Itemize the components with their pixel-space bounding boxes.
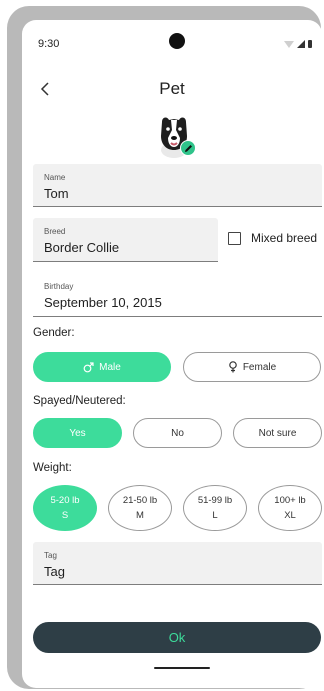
wifi-icon (284, 40, 294, 48)
tag-field[interactable]: Tag Tag (33, 542, 322, 585)
mixed-breed-label: Mixed breed (251, 231, 318, 245)
name-field[interactable]: Name Tom (33, 164, 322, 207)
spayed-not-sure-label: Not sure (258, 427, 297, 439)
gender-male-label: Male (99, 361, 121, 373)
battery-icon (308, 40, 312, 48)
weight-s-size: S (61, 510, 69, 521)
weight-l-option[interactable]: 51-99 lb L (183, 485, 247, 531)
front-camera (169, 33, 185, 49)
male-symbol-icon (83, 361, 94, 372)
gesture-nav-bar[interactable] (154, 667, 210, 669)
spayed-no-label: No (171, 427, 184, 439)
weight-s-range: 5-20 lb (50, 495, 80, 506)
status-time: 9:30 (38, 38, 60, 50)
breed-field[interactable]: Breed Border Collie (33, 218, 218, 262)
weight-m-size: M (136, 510, 144, 521)
tag-field-label: Tag (44, 551, 57, 560)
spayed-not-sure-option[interactable]: Not sure (233, 418, 322, 448)
weight-label: Weight: (33, 462, 72, 474)
gender-female-option[interactable]: Female (183, 352, 321, 382)
female-symbol-icon (229, 361, 237, 373)
spayed-yes-option[interactable]: Yes (33, 418, 122, 448)
spayed-yes-label: Yes (69, 427, 86, 439)
name-field-label: Name (44, 173, 66, 182)
breed-field-label: Breed (44, 227, 66, 236)
pet-avatar[interactable] (156, 114, 196, 158)
breed-field-value: Border Collie (44, 240, 120, 255)
weight-l-size: L (212, 510, 218, 521)
weight-m-option[interactable]: 21-50 lb M (108, 485, 172, 531)
edit-badge[interactable] (180, 140, 196, 156)
weight-xl-option[interactable]: 100+ lb XL (258, 485, 322, 531)
gender-label: Gender: (33, 327, 75, 339)
status-icons (284, 40, 312, 48)
page-title: Pet (159, 79, 185, 98)
birthday-field-value: September 10, 2015 (44, 295, 162, 310)
gender-female-label: Female (242, 361, 277, 373)
spayed-label: Spayed/Neutered: (33, 395, 126, 407)
tag-field-value: Tag (44, 564, 65, 579)
birthday-field-label: Birthday (44, 282, 74, 291)
name-field-value: Tom (44, 186, 69, 201)
ok-button[interactable]: Ok (33, 622, 321, 653)
pencil-edit-icon (184, 144, 192, 152)
weight-xl-size: XL (284, 510, 296, 521)
weight-l-range: 51-99 lb (197, 495, 233, 506)
app-screen: 9:30 Pet Name Tom Breed Border Collie Mi… (22, 20, 322, 688)
weight-m-range: 21-50 lb (122, 495, 158, 506)
device-frame: 9:30 Pet Name Tom Breed Border Collie Mi… (7, 6, 322, 689)
birthday-field[interactable]: Birthday September 10, 2015 (33, 273, 322, 317)
gender-male-option[interactable]: Male (33, 352, 171, 382)
mixed-breed-toggle[interactable]: Mixed breed (228, 231, 317, 245)
mixed-breed-checkbox[interactable] (228, 231, 241, 245)
signal-icon (297, 40, 305, 48)
weight-xl-range: 100+ lb (274, 495, 306, 506)
weight-s-option[interactable]: 5-20 lb S (33, 485, 97, 531)
spayed-no-option[interactable]: No (133, 418, 222, 448)
